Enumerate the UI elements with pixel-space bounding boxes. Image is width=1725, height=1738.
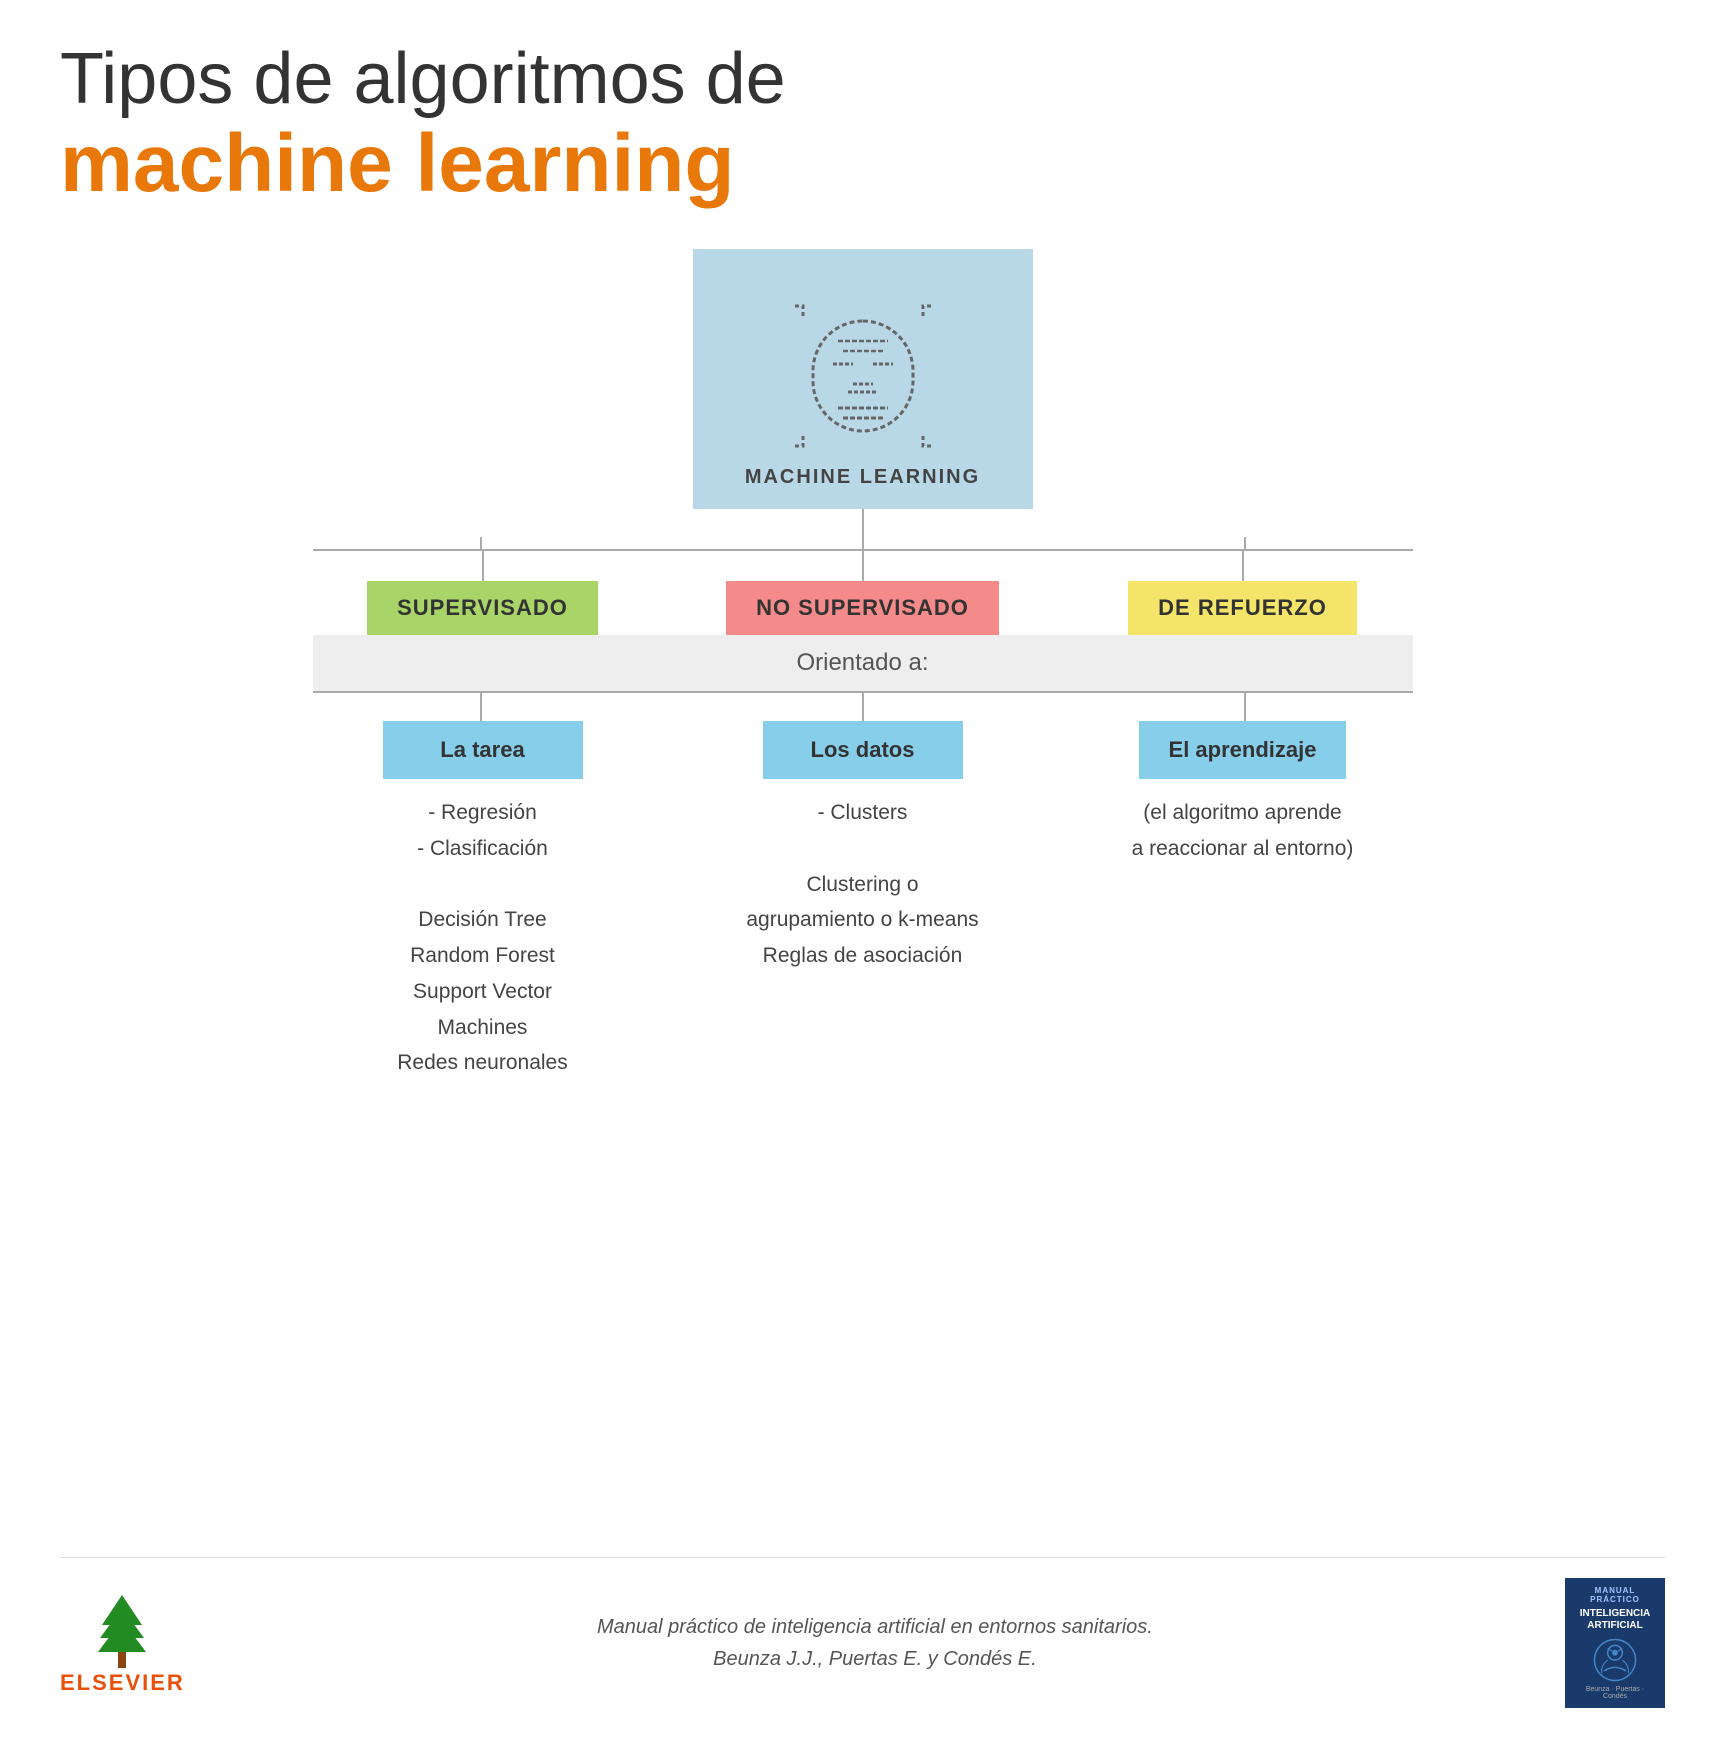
horiz-level2-line: [313, 691, 1413, 693]
node-aprendizaje: El aprendizaje: [1139, 721, 1347, 779]
title-line2: machine learning: [60, 119, 1665, 209]
title-section: Tipos de algoritmos de machine learning: [60, 40, 1665, 209]
elsevier-logo: ELSEVIER: [60, 1590, 185, 1696]
book-title: Manual práctico de inteligencia artifici…: [185, 1611, 1565, 1643]
node-no-supervisado: NO SUPERVISADO: [726, 581, 999, 635]
elsevier-text: ELSEVIER: [60, 1670, 185, 1696]
level1-branches: SUPERVISADO NO SUPERVISADO DE REFUERZO: [313, 551, 1413, 635]
col-no-supervisado: NO SUPERVISADO: [693, 551, 1033, 635]
horiz-main-line: [313, 549, 1413, 551]
ml-face-icon: [783, 296, 943, 456]
content-aprendizaje: (el algoritmo aprendea reaccionar al ent…: [1132, 795, 1354, 866]
book-authors: Beunza J.J., Puertas E. y Condés E.: [185, 1643, 1565, 1675]
vert-no-supervisado: [862, 551, 864, 581]
page-wrapper: Tipos de algoritmos de machine learning: [0, 0, 1725, 1738]
footer-center: Manual práctico de inteligencia artifici…: [185, 1611, 1565, 1675]
col-datos: Los datos - ClustersClustering oagrupami…: [693, 721, 1033, 1081]
datos-line1: - ClustersClustering oagrupamiento o k-m…: [746, 801, 978, 967]
orientado-section: Orientado a: La tarea - Regresió: [313, 635, 1413, 1081]
node-tarea: La tarea: [383, 721, 583, 779]
col-tarea: La tarea - Regresión- ClasificaciónDecis…: [313, 721, 653, 1081]
book-cover-icon: [1585, 1638, 1645, 1682]
col-aprendizaje: El aprendizaje (el algoritmo aprendea re…: [1073, 721, 1413, 1081]
node-supervisado: SUPERVISADO: [367, 581, 598, 635]
node-refuerzo: DE REFUERZO: [1128, 581, 1357, 635]
tarea-line1: - Regresión- ClasificaciónDecisión TreeR…: [397, 801, 567, 1074]
book-cover: MANUAL PRÁCTICO INTELIGENCIAARTIFICIAL B…: [1565, 1578, 1665, 1708]
content-tarea: - Regresión- ClasificaciónDecisión TreeR…: [397, 795, 567, 1081]
vert-refuerzo: [1242, 551, 1244, 581]
title-line1: Tipos de algoritmos de: [60, 40, 1665, 119]
node-datos: Los datos: [763, 721, 963, 779]
diagram-area: MACHINE LEARNING: [60, 249, 1665, 1517]
col-supervisado: SUPERVISADO: [313, 551, 653, 635]
ml-label: MACHINE LEARNING: [745, 466, 980, 489]
orientado-banner: Orientado a:: [313, 635, 1413, 691]
top-node: MACHINE LEARNING: [693, 249, 1033, 509]
elsevier-tree-icon: [82, 1590, 162, 1670]
level2-row: La tarea - Regresión- ClasificaciónDecis…: [313, 721, 1413, 1081]
vert-supervisado: [482, 551, 484, 581]
content-datos: - ClustersClustering oagrupamiento o k-m…: [746, 795, 978, 973]
aprendizaje-line1: (el algoritmo aprendea reaccionar al ent…: [1132, 801, 1354, 860]
footer: ELSEVIER Manual práctico de inteligencia…: [60, 1557, 1665, 1708]
diagram-container: MACHINE LEARNING: [163, 249, 1563, 1081]
col-refuerzo: DE REFUERZO: [1073, 551, 1413, 635]
